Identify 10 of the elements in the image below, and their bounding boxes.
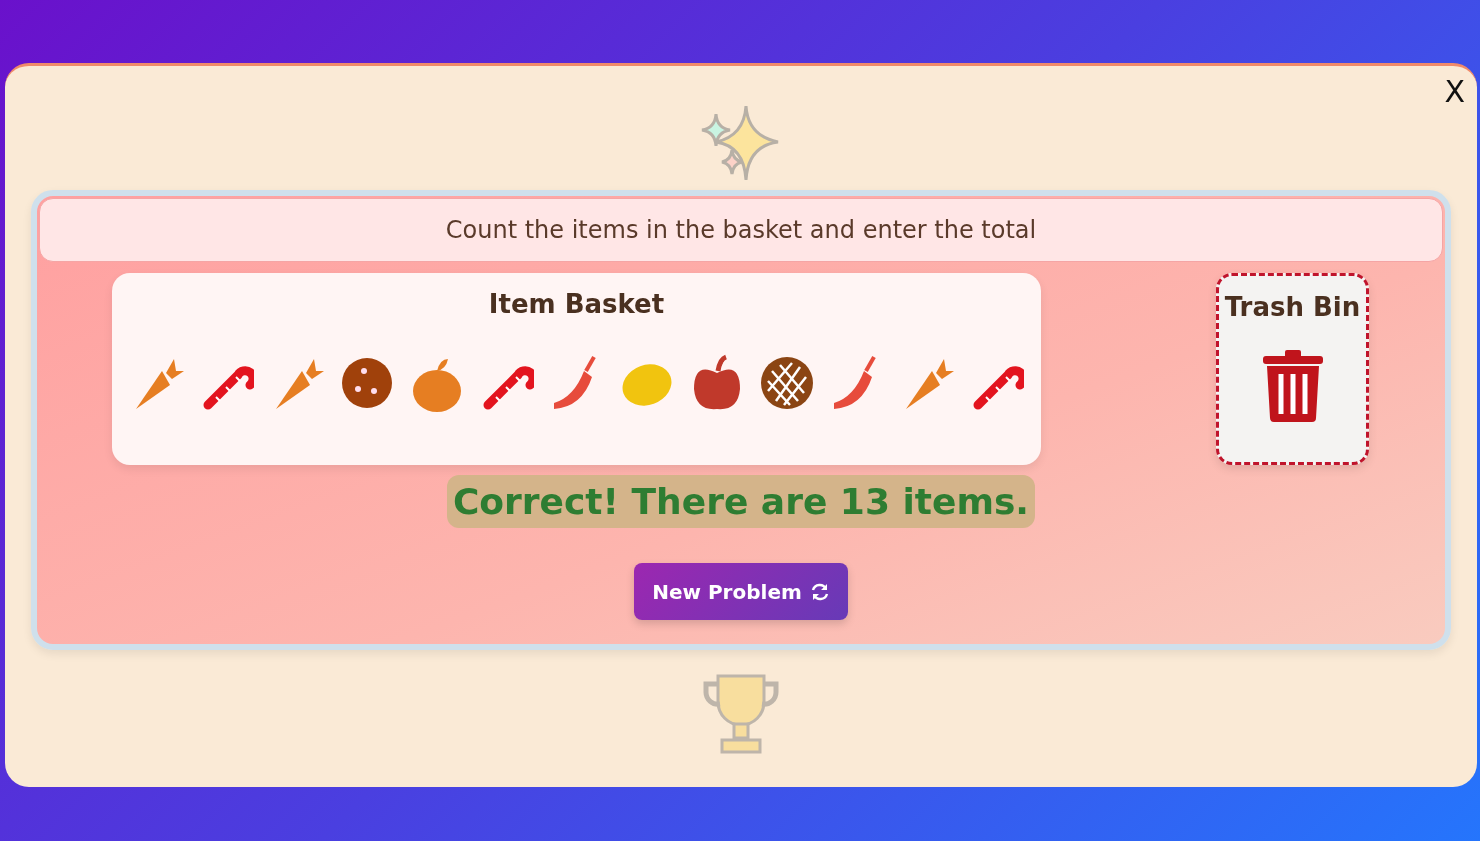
- trash-icon: [1260, 348, 1325, 422]
- close-button[interactable]: X: [1440, 74, 1469, 109]
- feedback-message: Correct! There are 13 items.: [446, 475, 1036, 528]
- trophy-icon: [702, 672, 780, 756]
- trash-bin[interactable]: Trash Bin: [1216, 273, 1369, 465]
- refresh-icon: [809, 581, 830, 602]
- instruction-banner: Count the items in the basket and enter the total: [39, 198, 1443, 262]
- new-problem-button[interactable]: New Problem: [634, 563, 848, 620]
- basket-title: Item Basket: [488, 289, 665, 319]
- trash-bin-title: Trash Bin: [1224, 292, 1361, 322]
